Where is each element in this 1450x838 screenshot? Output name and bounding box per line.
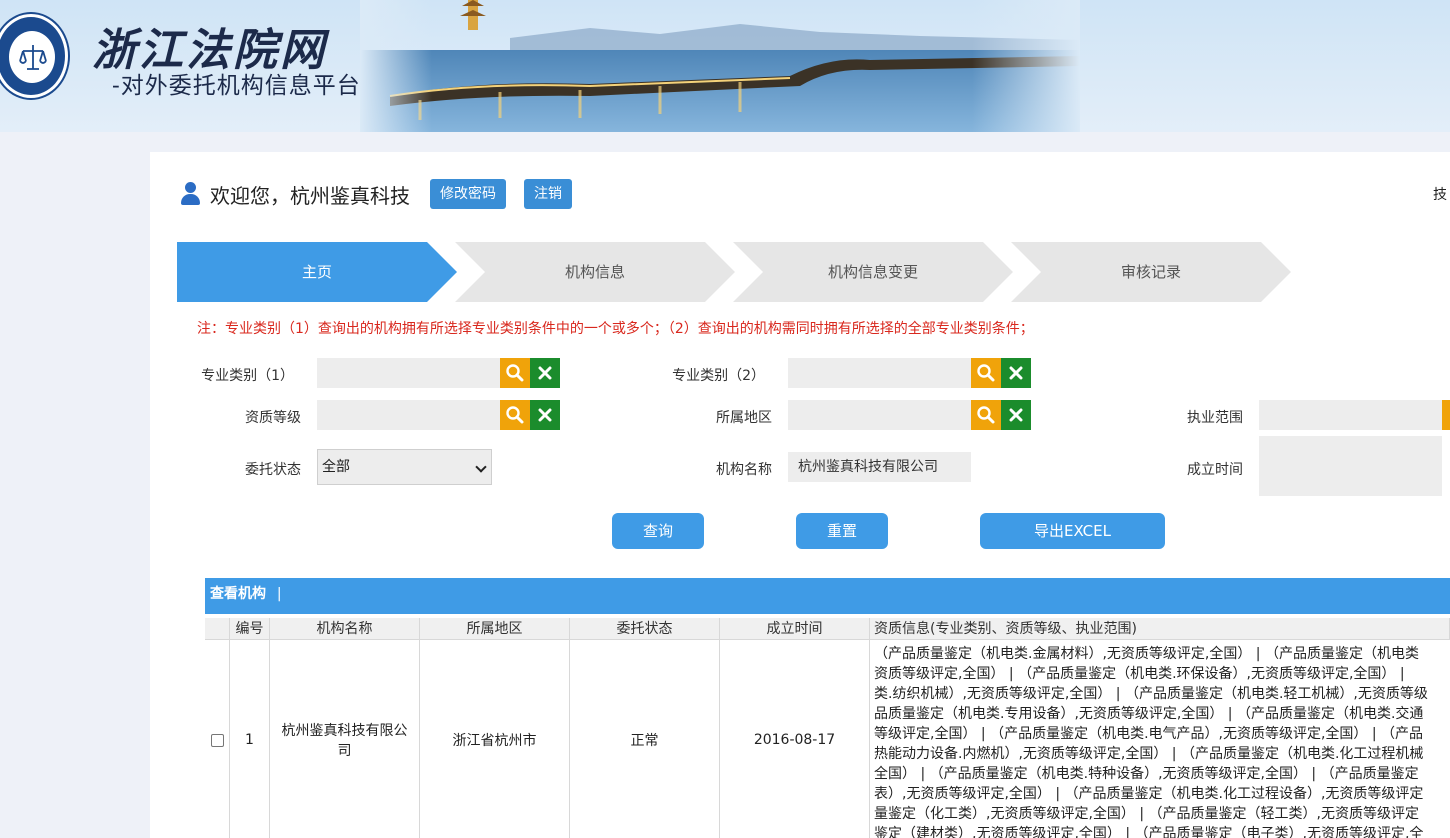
user-icon [180, 181, 202, 207]
step-nav: 主页 机构信息 机构信息变更 审核记录 [177, 242, 1317, 302]
scope-field[interactable] [1259, 400, 1442, 430]
qualification-line: 品质量鉴定（机电类.专用设备）,无资质等级评定,全国） | （产品质量鉴定（机电… [874, 706, 1424, 722]
header-no: 编号 [230, 618, 270, 640]
org-name-field[interactable]: 杭州鉴真科技有限公司 [788, 452, 971, 482]
row-org-name: 杭州鉴真科技有限公司 [270, 640, 420, 838]
qualification-search-icon[interactable] [500, 400, 530, 430]
scope-search-icon[interactable] [1442, 400, 1450, 430]
region-field[interactable] [788, 400, 971, 430]
row-no: 1 [230, 640, 270, 838]
category1-search-icon[interactable] [500, 358, 530, 388]
status-select-value: 全部 [322, 459, 350, 475]
qualification-line: （产品质量鉴定（机电类.金属材料）,无资质等级评定,全国） | （产品质量鉴定（… [874, 646, 1419, 662]
header-status: 委托状态 [570, 618, 720, 640]
header-select-col [205, 618, 230, 640]
row-region: 浙江省杭州市 [420, 640, 570, 838]
qualification-line: 全国） | （产品质量鉴定（机电类.特种设备）,无资质等级评定,全国） | （产… [874, 766, 1419, 782]
category1-field[interactable] [317, 358, 500, 388]
region-clear-icon[interactable] [1001, 400, 1031, 430]
header-banner: 浙江法院网 -对外委托机构信息平台 [0, 0, 1450, 132]
row-qualification: （产品质量鉴定（机电类.金属材料）,无资质等级评定,全国） | （产品质量鉴定（… [870, 644, 1450, 838]
tab-home-label: 主页 [301, 263, 332, 281]
qualification-clear-icon[interactable] [530, 400, 560, 430]
tab-home[interactable]: 主页 [177, 242, 457, 302]
tab-org-change-label: 机构信息变更 [827, 263, 918, 281]
export-excel-button[interactable]: 导出EXCEL [980, 513, 1165, 549]
qualification-line: 量鉴定（化工类）,无资质等级评定,全国） | （产品质量鉴定（轻工类）,无资质等… [874, 806, 1419, 822]
west-lake-scene-image [360, 0, 1080, 132]
row-status: 正常 [570, 640, 720, 838]
site-subtitle: -对外委托机构信息平台 [112, 73, 361, 99]
qualification-line: 表）,无资质等级评定,全国） | （产品质量鉴定（机电类.化工过程设备）,无资质… [874, 786, 1424, 802]
qualification-line: 鉴定（建材类）,无资质等级评定,全国） | （产品质量鉴定（电子类）,无资质等级… [874, 826, 1424, 838]
welcome-text: 欢迎您，杭州鉴真科技 [210, 183, 410, 208]
tab-org-info-label: 机构信息 [564, 263, 625, 281]
reset-button[interactable]: 重置 [796, 513, 888, 549]
category2-field[interactable] [788, 358, 971, 388]
header-qualification: 资质信息(专业类别、资质等级、执业范围) [870, 618, 1450, 640]
qualification-label: 资质等级 [245, 410, 301, 426]
title-separator: | [276, 586, 282, 602]
scales-icon [19, 45, 47, 70]
row-established: 2016-08-17 [720, 640, 870, 838]
region-label: 所属地区 [716, 410, 772, 426]
category2-clear-icon[interactable] [1001, 358, 1031, 388]
welcome-bar: 欢迎您，杭州鉴真科技 修改密码 注销 [180, 178, 590, 210]
qualification-line: 等级评定,全国） | （产品质量鉴定（机电类.电气产品）,无资质等级评定,全国）… [874, 726, 1424, 742]
status-select[interactable]: 全部 [317, 449, 492, 485]
tab-org-info[interactable]: 机构信息 [455, 242, 735, 302]
main-panel: 欢迎您，杭州鉴真科技 修改密码 注销 技 主页 机构信息 机构信息变更 审核记录… [150, 152, 1450, 838]
region-search-icon[interactable] [971, 400, 1001, 430]
established-label: 成立时间 [1187, 462, 1243, 478]
org-table-title-bar: 查看机构 | [205, 578, 1450, 614]
header-region: 所属地区 [420, 618, 570, 640]
qualification-line: 热能动力设备.内燃机）,无资质等级评定,全国） | （产品质量鉴定（机电类.化工… [874, 746, 1424, 762]
court-seal-logo [0, 14, 68, 98]
header-name: 机构名称 [270, 618, 420, 640]
row-checkbox-cell [205, 640, 230, 838]
change-password-button[interactable]: 修改密码 [430, 179, 506, 209]
tab-audit-log[interactable]: 审核记录 [1011, 242, 1291, 302]
status-label: 委托状态 [245, 462, 301, 478]
established-range-field[interactable] [1259, 436, 1442, 496]
header-established: 成立时间 [720, 618, 870, 640]
chevron-down-icon [475, 461, 487, 473]
query-button[interactable]: 查询 [612, 513, 704, 549]
row-checkbox[interactable] [210, 733, 224, 747]
qualification-line: 资质等级评定,全国） | （产品质量鉴定（机电类.环保设备）,无资质等级评定,全… [874, 666, 1405, 682]
org-table-title: 查看机构 [210, 586, 266, 602]
category1-clear-icon[interactable] [530, 358, 560, 388]
qualification-field[interactable] [317, 400, 500, 430]
query-note: 注：专业类别（1）查询出的机构拥有所选择专业类别条件中的一个或多个；（2）查询出… [197, 321, 1034, 337]
category2-search-icon[interactable] [971, 358, 1001, 388]
tab-org-change[interactable]: 机构信息变更 [733, 242, 1013, 302]
category1-label: 专业类别（1） [201, 368, 294, 384]
scope-label: 执业范围 [1187, 410, 1243, 426]
logout-button[interactable]: 注销 [524, 179, 572, 209]
top-right-text: 技 [1433, 187, 1447, 203]
category2-label: 专业类别（2） [672, 368, 765, 384]
qualification-line: 类.纺织机械）,无资质等级评定,全国） | （产品质量鉴定（机电类.轻工机械）,… [874, 686, 1428, 702]
org-name-label: 机构名称 [716, 462, 772, 478]
tab-audit-log-label: 审核记录 [1120, 263, 1181, 281]
